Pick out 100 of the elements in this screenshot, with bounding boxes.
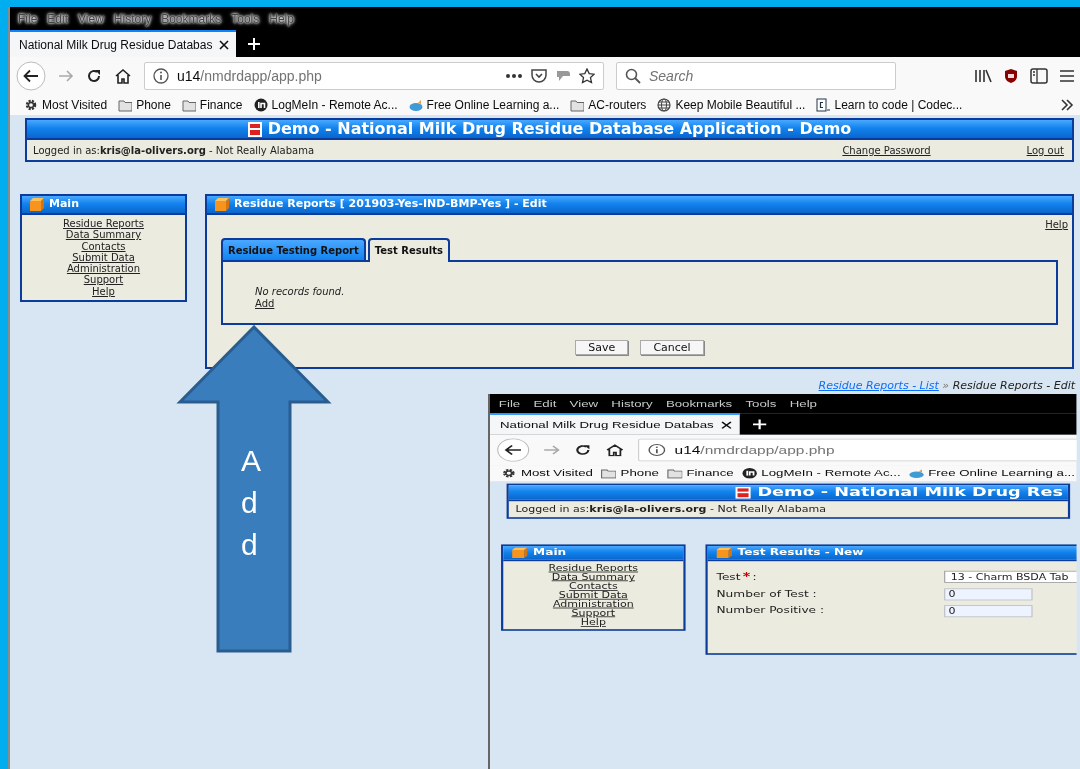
sidebar-link[interactable]: Help — [92, 285, 115, 298]
help-link[interactable]: Help — [1045, 217, 1068, 232]
close-icon[interactable] — [720, 420, 734, 430]
code-page-icon — [816, 98, 831, 112]
bookmark-item[interactable]: Finance — [666, 466, 734, 481]
more-icon[interactable] — [505, 73, 523, 79]
menu-item[interactable]: Help — [785, 397, 822, 410]
cube-icon — [716, 547, 732, 558]
callout-label: Add — [241, 443, 262, 563]
menu-item[interactable]: Tools — [741, 397, 781, 410]
cube-icon — [30, 198, 44, 211]
app-title: Demo - National Milk Drug Res — [757, 483, 1063, 502]
tab[interactable]: Residue Testing Report — [221, 238, 366, 260]
browser-tab[interactable]: National Milk Drug Residue Databas — [10, 30, 237, 57]
back-icon[interactable] — [496, 438, 530, 462]
menu-item[interactable]: History — [606, 397, 658, 410]
sidebar-icon[interactable] — [1030, 68, 1048, 84]
header-link[interactable]: Change Password — [842, 142, 931, 158]
field-label: Test * : — [716, 569, 758, 585]
cube-icon — [512, 547, 528, 558]
header-link[interactable]: Log out — [1026, 142, 1064, 158]
sidebar-link[interactable]: Help — [580, 617, 606, 627]
cube-icon — [215, 198, 229, 211]
sidebar-link[interactable]: Contacts — [81, 240, 126, 252]
menu-item[interactable]: File — [494, 397, 525, 410]
star-icon[interactable] — [579, 68, 595, 84]
bookmark-item[interactable]: Phone — [600, 466, 659, 481]
sidebar-link[interactable]: Administration — [552, 599, 634, 609]
sidebar-link[interactable]: Support — [571, 608, 616, 618]
plus-icon[interactable] — [246, 35, 263, 52]
url-field[interactable]: u14/nmdrdapp/app.php — [144, 62, 604, 90]
sidebar-link[interactable]: Data Summary — [551, 572, 635, 582]
document-icon — [735, 486, 751, 499]
reload-icon[interactable] — [86, 68, 102, 84]
sidebar-link[interactable]: Administration — [66, 263, 141, 275]
bookmark-item[interactable]: Learn to code | Codec... — [816, 96, 963, 114]
session-info: Logged in as:kris@la-olivers.org - Not Really Alabama — [515, 503, 826, 516]
chevron-icon[interactable] — [1060, 99, 1074, 111]
pocket-icon[interactable] — [531, 68, 547, 84]
panel-title: Residue Reports [ 201903-Yes-IND-BMP-Yes ] - Edit — [234, 196, 547, 213]
browser-tab[interactable]: National Milk Drug Residue Databas — [490, 413, 741, 435]
bookmark-item[interactable]: LogMeIn - Remote Ac... — [253, 96, 398, 114]
search-field[interactable]: Search — [616, 62, 896, 90]
sidebar-link[interactable]: Data Summary — [65, 229, 142, 241]
home-icon[interactable] — [604, 443, 625, 457]
panel-title: Test Results - New — [737, 546, 864, 560]
bookmark-item[interactable]: AC-routers — [570, 96, 647, 114]
bookmark-item[interactable]: Free Online Learning a... — [908, 466, 1075, 481]
sidebar-link[interactable]: Residue Reports — [63, 218, 144, 230]
bookmark-item[interactable]: Keep Mobile Beautiful ... — [657, 96, 806, 114]
form-button[interactable]: Save — [575, 340, 629, 355]
app-title: Demo - National Milk Drug Residue Database Application - Demo — [267, 118, 852, 140]
bookmark-item[interactable]: Finance — [181, 96, 243, 114]
bookmark-item[interactable]: Most Visited — [24, 96, 108, 114]
menu-item[interactable]: Edit — [529, 397, 561, 410]
breadcrumb-separator: » — [942, 379, 950, 392]
sidebar-link[interactable]: Submit Data — [558, 590, 628, 600]
empty-message: No records found. — [255, 286, 345, 298]
search-icon — [625, 68, 641, 84]
field-label: Number of Test : — [716, 588, 818, 602]
sidebar-link[interactable]: Contacts — [568, 581, 618, 591]
menu-item[interactable]: Bookmarks — [661, 397, 737, 410]
back-icon[interactable] — [16, 61, 46, 91]
gear-icon — [501, 467, 517, 479]
fish-icon — [908, 467, 924, 479]
menu-item[interactable]: View — [565, 397, 603, 410]
shield-icon[interactable] — [1004, 68, 1018, 84]
panel-title: Main — [49, 196, 79, 213]
plus-icon[interactable] — [751, 417, 769, 431]
breadcrumb-link[interactable]: Residue Reports - List — [818, 379, 939, 392]
info-icon[interactable] — [153, 68, 169, 84]
add-link[interactable]: Add — [255, 298, 275, 310]
page-action-icon[interactable] — [555, 69, 571, 83]
sidebar-link[interactable]: Submit Data — [72, 251, 135, 264]
fish-icon — [408, 98, 423, 112]
document-icon — [247, 121, 262, 137]
sidebar-link[interactable]: Residue Reports — [548, 563, 639, 573]
menu-icon[interactable] — [1060, 70, 1074, 82]
folder-icon — [181, 98, 196, 112]
reload-icon[interactable] — [574, 443, 592, 457]
input-field[interactable]: 0 — [944, 588, 1033, 601]
bookmark-item[interactable]: LogMeIn - Remote Ac... — [741, 466, 901, 481]
folder-icon — [570, 98, 585, 112]
close-icon[interactable] — [218, 38, 231, 51]
sidebar-link[interactable]: Support — [83, 274, 124, 286]
home-icon[interactable] — [114, 68, 132, 84]
select-field[interactable]: 13 - Charm BSDA Tab — [944, 571, 1077, 583]
bookmark-item[interactable]: Phone — [118, 96, 171, 114]
globe-icon — [657, 98, 672, 112]
url-field[interactable]: u14/nmdrdapp/app.php — [638, 438, 1077, 462]
gear-icon — [24, 98, 38, 112]
form-button[interactable]: Cancel — [640, 340, 704, 355]
tab[interactable]: Test Results — [367, 238, 451, 262]
library-icon[interactable] — [974, 69, 992, 83]
info-icon[interactable] — [648, 443, 666, 457]
session-info: Logged in as:kris@la-olivers.org - Not Really Alabama — [33, 143, 315, 158]
bookmark-item[interactable]: Free Online Learning a... — [408, 96, 560, 114]
field-label: Number Positive : — [716, 604, 826, 618]
bookmark-item[interactable]: Most Visited — [501, 466, 593, 481]
input-field[interactable]: 0 — [944, 605, 1033, 617]
